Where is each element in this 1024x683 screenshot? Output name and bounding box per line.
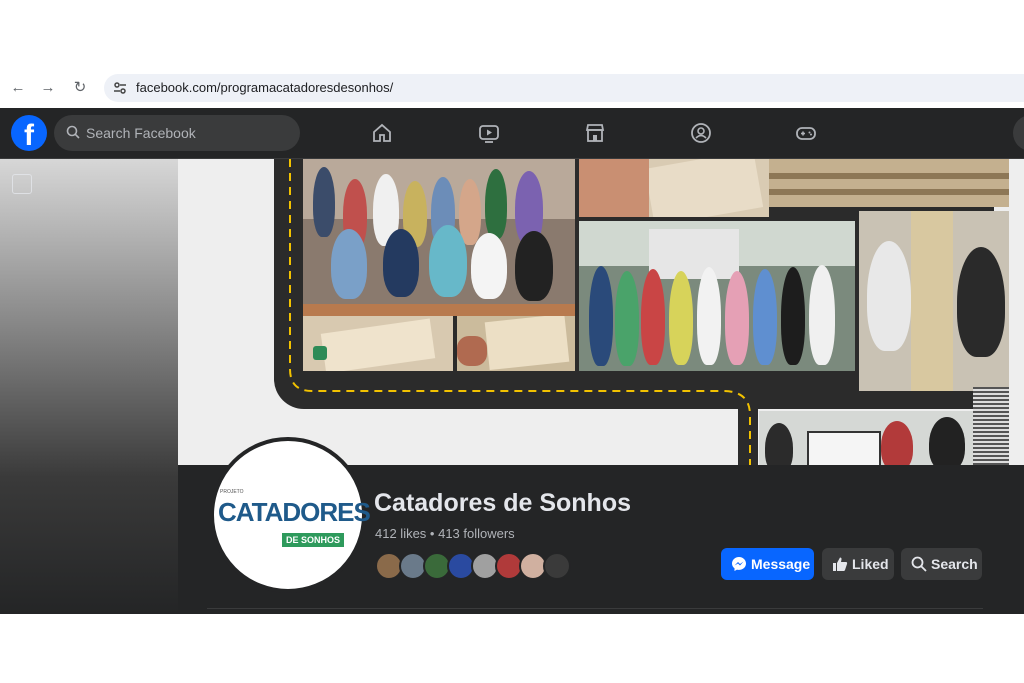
reload-icon[interactable]: ↻ (70, 78, 90, 98)
facebook-logo[interactable]: f (11, 115, 47, 151)
search-icon (911, 556, 927, 572)
profile-picture[interactable]: PROJETO CATADORES DE SONHOS (210, 437, 371, 593)
message-button-label: Message (751, 556, 811, 572)
liked-button-label: Liked (852, 556, 889, 572)
page-title: Catadores de Sonhos (374, 489, 631, 517)
page-search-button[interactable]: Search (901, 548, 982, 580)
message-button[interactable]: Message (721, 548, 814, 580)
groups-icon[interactable] (689, 121, 713, 145)
sign-photo-2 (457, 316, 575, 371)
browser-toolbar: ← → ↻ facebook.com/programacatadoresdeso… (0, 70, 1024, 106)
address-bar[interactable]: facebook.com/programacatadoresdesonhos/ (104, 74, 1024, 102)
facebook-page: f Search Facebook PROJETO CATADORES DE S… (0, 108, 1024, 614)
people-bottom-photo (759, 411, 979, 465)
avatar[interactable] (543, 552, 571, 580)
logo-top-text: PROJETO (220, 489, 244, 495)
url-text: facebook.com/programacatadoresdesonhos/ (136, 80, 394, 95)
messenger-icon (732, 557, 746, 571)
search-placeholder: Search Facebook (86, 125, 196, 141)
hands-sign-photo (579, 159, 769, 217)
forward-icon[interactable]: → (38, 78, 58, 98)
group-photo (303, 159, 575, 316)
panel-toggle-icon[interactable] (12, 174, 32, 194)
search-facebook-input[interactable]: Search Facebook (54, 115, 300, 151)
search-icon (66, 125, 80, 139)
header-divider (207, 608, 983, 609)
woman-portrait-photo (859, 211, 1009, 391)
liked-button[interactable]: Liked (822, 548, 894, 580)
gaming-icon[interactable] (794, 121, 818, 145)
facebook-topbar: f Search Facebook (0, 108, 1024, 159)
search-button-label: Search (931, 556, 978, 572)
logo-main-text: CATADORES (218, 497, 371, 527)
cardboard-photo (769, 159, 1009, 207)
truck-group-photo (579, 221, 855, 371)
barcode-photo (973, 387, 1009, 465)
logo-sub-text: DE SONHOS (282, 533, 345, 547)
account-menu-button[interactable] (1013, 115, 1024, 151)
marketplace-icon[interactable] (583, 121, 607, 145)
sign-photo-1 (303, 316, 453, 371)
home-icon[interactable] (370, 121, 394, 145)
video-icon[interactable] (477, 121, 501, 145)
back-icon[interactable]: ← (8, 78, 28, 98)
cover-photo[interactable] (178, 159, 1024, 465)
left-side-panel (0, 159, 178, 614)
page-stats[interactable]: 412 likes • 413 followers (375, 526, 515, 541)
site-settings-icon[interactable] (112, 80, 128, 96)
thumbs-up-icon (833, 557, 848, 571)
